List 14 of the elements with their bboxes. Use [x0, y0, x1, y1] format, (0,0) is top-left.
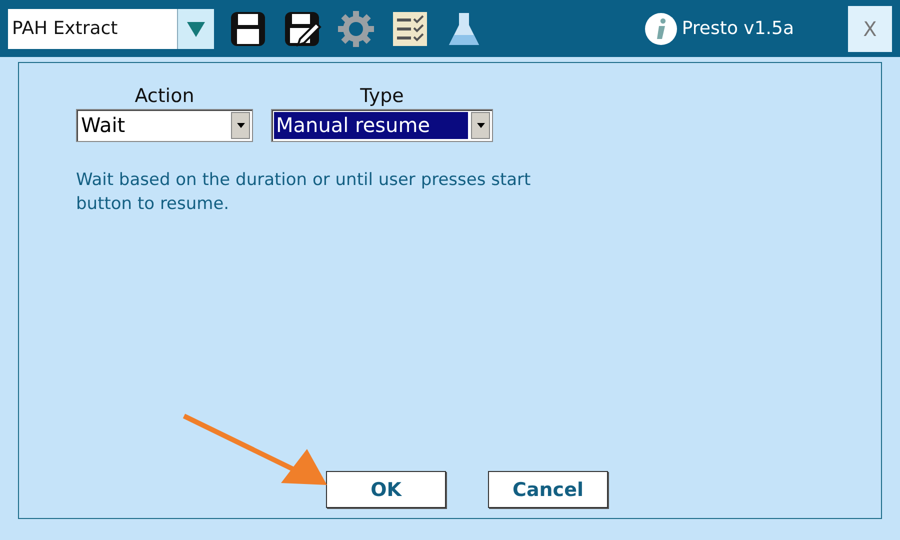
version-label: Presto v1.5a	[682, 18, 794, 39]
dialog-button[interactable]: OK	[326, 471, 446, 508]
info-icon[interactable]	[644, 12, 678, 46]
caret-icon	[236, 123, 244, 128]
close-button[interactable]: X	[848, 6, 892, 52]
gear-icon[interactable]	[336, 8, 376, 48]
field-label: Action	[134, 85, 194, 107]
dropdown[interactable]: Manual resume	[271, 109, 493, 142]
caret-icon	[476, 123, 484, 128]
dropdown[interactable]: Wait	[76, 109, 253, 142]
dialog-button[interactable]: Cancel	[488, 471, 608, 508]
method-dropdown[interactable]: PAH Extract	[8, 8, 214, 48]
field-label: Type	[360, 85, 404, 107]
description-text: Wait based on the duration or until user presses start button to resume.	[76, 169, 532, 216]
